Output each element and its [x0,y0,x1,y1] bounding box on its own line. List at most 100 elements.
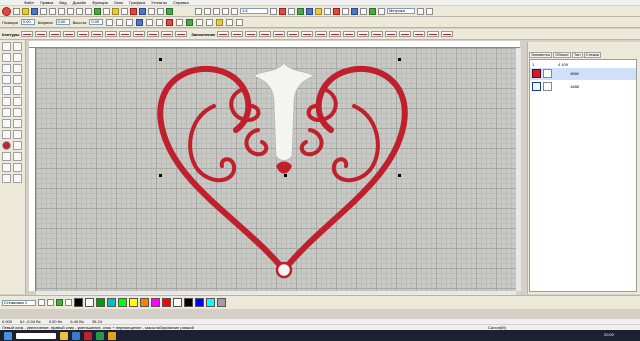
vertical-scrollbar[interactable] [516,48,521,291]
delete-color-button[interactable] [47,299,54,306]
fill-type-15[interactable] [413,31,426,37]
reshape-tool-icon[interactable] [13,42,22,51]
fill-type-12[interactable] [371,31,384,37]
stop-tool-icon[interactable] [13,130,22,139]
show-grid-button[interactable] [315,7,322,15]
trim-button[interactable] [166,18,174,26]
applique-button[interactable] [206,18,214,26]
fill-type-9[interactable] [329,31,342,37]
mirror-v-button[interactable] [126,18,134,26]
objects-button[interactable] [378,7,385,15]
stitch-type-4[interactable] [63,31,76,37]
settings-button[interactable] [417,7,424,15]
fill-tool-icon[interactable] [2,119,11,128]
density-button[interactable] [342,7,349,15]
rotate-button[interactable] [213,7,220,15]
tab-elements[interactable]: Элементы [529,52,553,58]
color-swatch-13[interactable] [206,298,215,307]
fill-type-17[interactable] [441,31,454,37]
selection-handle[interactable] [284,174,287,177]
list-item[interactable]: 4560 [530,68,636,80]
hand-tool-icon[interactable] [13,152,22,161]
zoom-select[interactable]: 1:6 [240,8,268,14]
realistic-view-button[interactable] [333,7,340,15]
color-swatch-1[interactable] [74,298,83,307]
stitch-type-12[interactable] [175,31,188,37]
fill-type-13[interactable] [385,31,398,37]
color-swatch-14[interactable] [217,298,226,307]
hoop-select[interactable]: Стежковка 1 [2,299,36,306]
polygon-tool-icon[interactable] [2,97,11,106]
motif-button[interactable] [216,18,224,26]
knife-tool-icon[interactable] [13,53,22,62]
menu-item[interactable]: Окно [114,0,123,5]
new-file-button[interactable] [13,7,20,15]
zoom-tool-icon[interactable] [2,163,11,172]
sequence-button[interactable] [360,7,367,15]
fill-type-7[interactable] [301,31,314,37]
monogram-button[interactable] [196,18,204,26]
export-button[interactable] [103,7,110,15]
fill-type-1[interactable] [217,31,230,37]
color-swatch-8[interactable] [151,298,160,307]
copy-button[interactable] [58,7,65,15]
color-swatch-10[interactable] [173,298,182,307]
start-icon[interactable] [4,331,12,340]
save-button[interactable] [31,7,38,15]
app-icon[interactable] [96,331,104,340]
layers-button[interactable] [369,7,376,15]
menu-item[interactable]: Вид [59,0,66,5]
color-swatch-11[interactable] [184,298,193,307]
hoop-button[interactable] [121,7,128,15]
add-color-button[interactable] [38,299,45,306]
color-swatch-7[interactable] [140,298,149,307]
browser-icon[interactable] [72,331,80,340]
selection-handle[interactable] [159,174,162,177]
zoom-fit-button[interactable] [270,7,277,15]
taskbar-search[interactable] [16,332,56,339]
list-item[interactable]: 1688 [530,81,636,93]
tab-stitches[interactable]: Стежки [583,52,602,58]
group-button[interactable] [146,18,154,26]
pattern-button[interactable] [236,18,244,26]
stitch-type-6[interactable] [91,31,104,37]
stitch-type-3[interactable] [49,31,62,37]
selection-handle[interactable] [398,174,401,177]
height-field[interactable]: 0.00 [89,19,104,25]
heart-embroidery[interactable] [36,48,520,291]
menu-item[interactable]: Файл [24,0,34,5]
wizard-button[interactable] [112,7,119,15]
thread-chart-button[interactable] [65,299,72,306]
measure-tool-icon[interactable] [2,152,11,161]
fill-type-6[interactable] [287,31,300,37]
lock-ratio-button[interactable] [106,18,114,26]
fill-type-14[interactable] [399,31,412,37]
stitch-type-11[interactable] [161,31,174,37]
tab-type[interactable]: Тип [571,52,583,58]
show-jumps-button[interactable] [288,7,295,15]
text-tool-icon[interactable] [2,75,11,84]
embroidery-app-icon[interactable] [84,331,92,340]
menu-item[interactable]: Функции [92,0,108,5]
color-swatch-6[interactable] [129,298,138,307]
stitch-type-5[interactable] [77,31,90,37]
weld-button[interactable] [176,18,184,26]
width-field[interactable]: 0.00 [55,19,70,25]
explorer-icon[interactable] [60,331,68,340]
rectangle-tool-icon[interactable] [2,86,11,95]
fill-type-16[interactable] [427,31,440,37]
star-tool-icon[interactable] [13,97,22,106]
select-button[interactable] [195,7,202,15]
lettering-button[interactable] [186,18,194,26]
satin-tool-icon[interactable] [2,108,11,117]
node-tool-icon[interactable] [2,53,11,62]
fill-type-2[interactable] [231,31,244,37]
show-stitches-button[interactable] [279,7,286,15]
color-swatch-4[interactable] [107,298,116,307]
fill-type-5[interactable] [273,31,286,37]
fill-type-10[interactable] [343,31,356,37]
bezier-tool-icon[interactable] [13,64,22,73]
stitch-type-10[interactable] [147,31,160,37]
paste-button[interactable] [67,7,74,15]
palette-button[interactable] [56,299,63,306]
